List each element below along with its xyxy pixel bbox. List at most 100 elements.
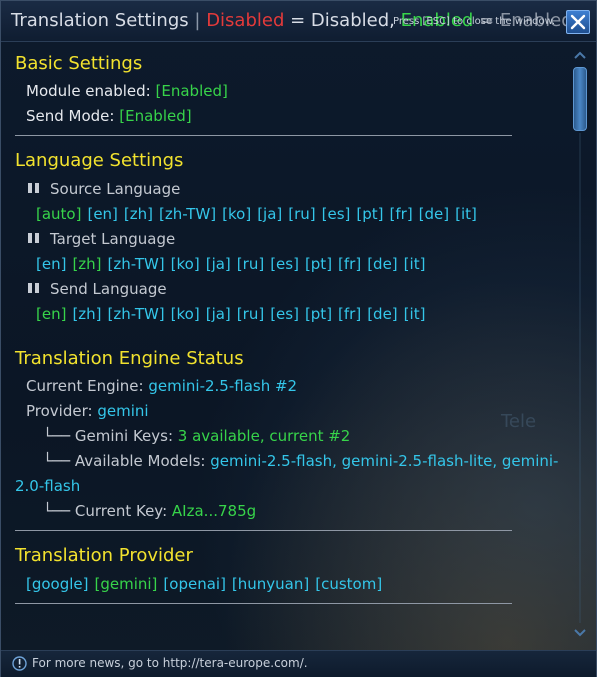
legend-disabled-text: = Disabled, <box>290 10 395 31</box>
option-en[interactable]: [en] <box>36 305 66 323</box>
option-zh[interactable]: [zh] <box>72 305 101 323</box>
option-fr[interactable]: [fr] <box>338 255 361 273</box>
tree-branch: └── <box>43 427 71 445</box>
option-zh-tw[interactable]: [zh-TW] <box>108 305 165 323</box>
option-ko[interactable]: [ko] <box>171 255 200 273</box>
available-models-value: gemini-2.5-flash, gemini-2.5-flash-lite,… <box>210 452 559 470</box>
option-en[interactable]: [en] <box>36 255 66 273</box>
option-zh-tw[interactable]: [zh-TW] <box>159 205 216 223</box>
current-key-label: Current Key: <box>74 502 168 520</box>
option-ru[interactable]: [ru] <box>288 205 315 223</box>
option-pt[interactable]: [pt] <box>356 205 383 223</box>
option-pt[interactable]: [pt] <box>305 305 332 323</box>
source-language-options: [auto] [en] [zh] [zh-TW] [ko] [ja] [ru] [es] [pt… <box>36 205 477 223</box>
option-zh[interactable]: [zh] <box>124 205 153 223</box>
pause-bars-icon <box>28 283 42 293</box>
scrollbar[interactable] <box>573 49 587 639</box>
option-ja[interactable]: [ja] <box>257 205 282 223</box>
option-gemini[interactable]: [gemini] <box>95 575 158 593</box>
provider-value: gemini <box>97 402 149 420</box>
scroll-up-icon[interactable] <box>573 49 587 61</box>
scroll-down-icon[interactable] <box>573 627 587 639</box>
option-ru[interactable]: [ru] <box>237 255 264 273</box>
current-key-value: AIza...785g <box>171 502 257 520</box>
send-language-label: Send Language <box>50 280 167 298</box>
available-models-value-cont: 2.0-flash <box>15 477 81 495</box>
current-engine-value: gemini-2.5-flash #2 <box>148 377 298 395</box>
option-ja[interactable]: [ja] <box>206 305 231 323</box>
target-language-label: Target Language <box>50 230 176 248</box>
title-text: Translation Settings <box>11 10 189 31</box>
title-bar[interactable]: Translation Settings | Disabled = Disabl… <box>1 1 596 42</box>
module-enabled-label: Module enabled: <box>26 82 151 100</box>
provider-options: [google] [gemini] [openai] [hunyuan] [custom… <box>26 575 382 593</box>
current-engine-label: Current Engine: <box>26 377 144 395</box>
option-custom[interactable]: [custom] <box>315 575 382 593</box>
legend-disabled: Disabled <box>206 10 285 31</box>
tree-branch: └── <box>43 452 71 470</box>
send-mode-toggle[interactable]: [Enabled] <box>119 107 191 125</box>
source-language-label: Source Language <box>50 180 181 198</box>
option-auto[interactable]: [auto] <box>36 205 81 223</box>
tree-branch: └── <box>43 502 71 520</box>
target-language-options: [en] [zh] [zh-TW] [ko] [ja] [ru] [es] [pt] [fr] [… <box>36 255 425 273</box>
scroll-track[interactable] <box>579 133 581 623</box>
translation-provider-heading: Translation Provider <box>15 545 193 566</box>
option-es[interactable]: [es] <box>270 255 299 273</box>
option-pt[interactable]: [pt] <box>305 255 332 273</box>
option-ru[interactable]: [ru] <box>237 305 264 323</box>
gemini-keys-label: Gemini Keys: <box>74 427 174 445</box>
option-ja[interactable]: [ja] <box>206 255 231 273</box>
basic-settings-heading: Basic Settings <box>15 53 143 74</box>
provider-row: Provider: gemini <box>26 402 149 420</box>
source-language-label-row: Source Language <box>28 180 180 198</box>
module-enabled-row: Module enabled: [Enabled] <box>26 82 228 100</box>
option-google[interactable]: [google] <box>26 575 89 593</box>
current-engine-row: Current Engine: gemini-2.5-flash #2 <box>26 377 297 395</box>
close-button[interactable] <box>566 10 590 34</box>
option-zh[interactable]: [zh] <box>72 255 101 273</box>
option-zh-tw[interactable]: [zh-TW] <box>108 255 165 273</box>
divider <box>15 603 512 604</box>
option-de[interactable]: [de] <box>367 255 397 273</box>
pause-bars-icon <box>28 233 42 243</box>
footer-bar: For more news, go to http://tera-europe.… <box>1 650 596 677</box>
option-ko[interactable]: [ko] <box>171 305 200 323</box>
module-enabled-toggle[interactable]: [Enabled] <box>156 82 228 100</box>
target-language-label-row: Target Language <box>28 230 175 248</box>
option-hunyuan[interactable]: [hunyuan] <box>232 575 309 593</box>
option-es[interactable]: [es] <box>270 305 299 323</box>
option-it[interactable]: [it] <box>404 255 426 273</box>
gemini-keys-value: 3 available, current #2 <box>177 427 351 445</box>
footer-news-text: For more news, go to http://tera-europe.… <box>32 656 308 670</box>
close-icon <box>570 14 586 30</box>
option-es[interactable]: [es] <box>322 205 351 223</box>
option-en[interactable]: [en] <box>87 205 117 223</box>
option-openai[interactable]: [openai] <box>163 575 226 593</box>
engine-status-heading: Translation Engine Status <box>15 348 244 369</box>
option-de[interactable]: [de] <box>419 205 449 223</box>
language-settings-heading: Language Settings <box>15 150 184 171</box>
available-models-row: └── Available Models: gemini-2.5-flash, … <box>43 452 558 470</box>
option-it[interactable]: [it] <box>455 205 477 223</box>
provider-label: Provider: <box>26 402 93 420</box>
gemini-keys-row: └── Gemini Keys: 3 available, current #2 <box>43 427 350 445</box>
option-fr[interactable]: [fr] <box>390 205 413 223</box>
option-it[interactable]: [it] <box>404 305 426 323</box>
background-text: Tele <box>501 411 537 432</box>
divider <box>15 530 512 531</box>
current-key-row: └── Current Key: AIza...785g <box>43 502 256 520</box>
available-models-label: Available Models: <box>74 452 206 470</box>
pause-bars-icon <box>28 183 42 193</box>
option-fr[interactable]: [fr] <box>338 305 361 323</box>
esc-hint: Press [ESC] to close the window. <box>393 16 556 27</box>
send-mode-label: Send Mode: <box>26 107 115 125</box>
title-separator: | <box>194 10 201 31</box>
scroll-thumb[interactable] <box>573 67 587 131</box>
translation-settings-window: Translation Settings | Disabled = Disabl… <box>0 0 597 677</box>
info-icon <box>12 656 27 671</box>
option-ko[interactable]: [ko] <box>222 205 251 223</box>
option-de[interactable]: [de] <box>367 305 397 323</box>
send-language-label-row: Send Language <box>28 280 167 298</box>
send-mode-row: Send Mode: [Enabled] <box>26 107 192 125</box>
